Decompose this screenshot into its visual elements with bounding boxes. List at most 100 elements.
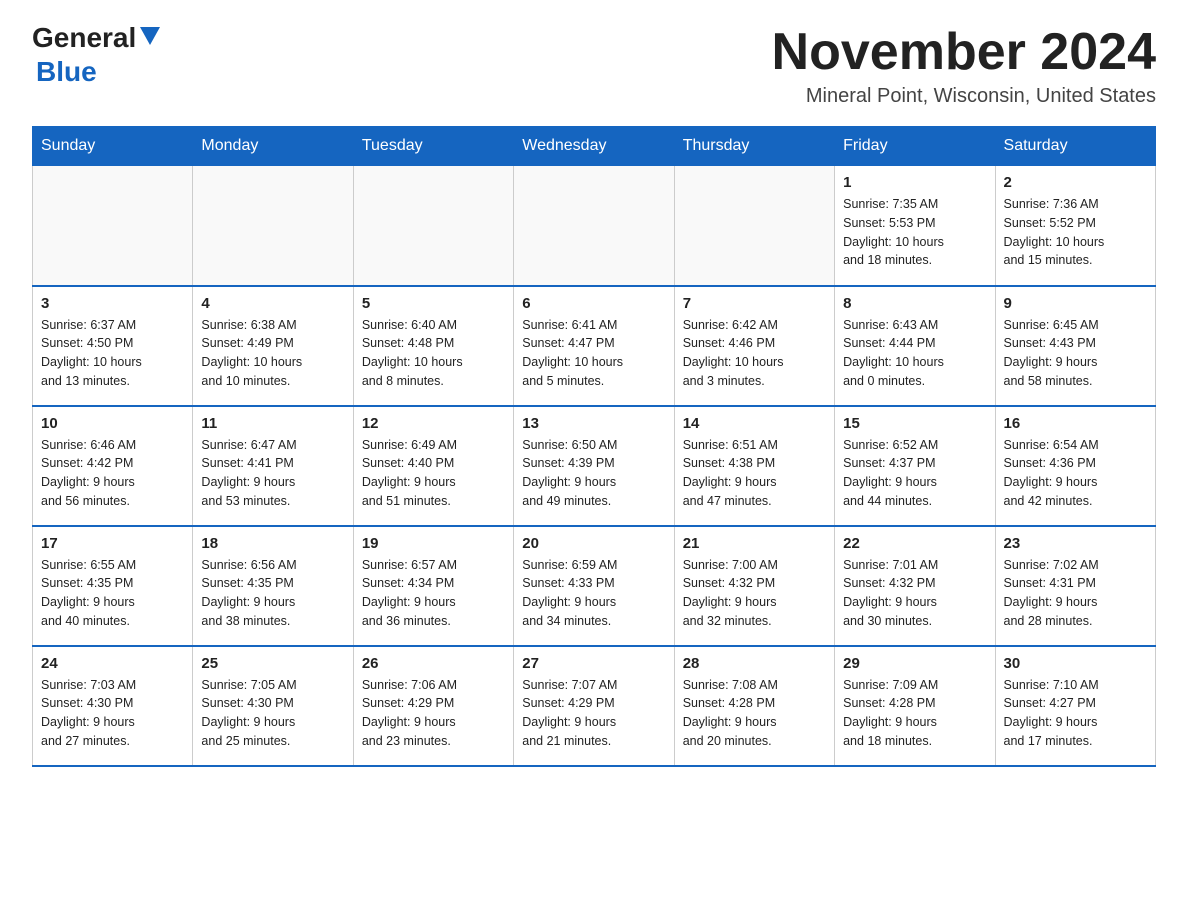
day-info: Sunrise: 6:45 AM Sunset: 4:43 PM Dayligh… bbox=[1004, 316, 1147, 391]
day-cell: 5Sunrise: 6:40 AM Sunset: 4:48 PM Daylig… bbox=[353, 286, 513, 406]
day-number: 1 bbox=[843, 174, 986, 191]
day-info: Sunrise: 6:37 AM Sunset: 4:50 PM Dayligh… bbox=[41, 316, 184, 391]
weekday-header-friday: Friday bbox=[835, 127, 995, 166]
day-info: Sunrise: 6:59 AM Sunset: 4:33 PM Dayligh… bbox=[522, 556, 665, 631]
day-cell: 22 Sunrise: 7:01 AM Sunset: 4:32 PM Dayli… bbox=[835, 526, 995, 646]
day-cell bbox=[514, 166, 674, 286]
month-title: November 2024 bbox=[772, 24, 1156, 81]
day-cell: 25 Sunrise: 7:05 AM Sunset: 4:30 PM Dayli… bbox=[193, 646, 353, 766]
day-info: Sunrise: 6:50 AM Sunset: 4:39 PM Dayligh… bbox=[522, 436, 665, 511]
weekday-row: SundayMondayTuesdayWednesdayThursdayFrid… bbox=[33, 127, 1156, 166]
weekday-header-tuesday: Tuesday bbox=[353, 127, 513, 166]
day-cell bbox=[674, 166, 834, 286]
week-row-4: 17Sunrise: 6:55 AM Sunset: 4:35 PM Dayli… bbox=[33, 526, 1156, 646]
week-row-5: 24 Sunrise: 7:03 AM Sunset: 4:30 PM Dayli… bbox=[33, 646, 1156, 766]
day-number: 2 bbox=[1004, 174, 1147, 191]
day-cell: 17Sunrise: 6:55 AM Sunset: 4:35 PM Dayli… bbox=[33, 526, 193, 646]
day-number: 22 bbox=[843, 535, 986, 552]
day-number: 25 bbox=[201, 655, 344, 672]
day-number: 21 bbox=[683, 535, 826, 552]
day-cell: 18 Sunrise: 6:56 AM Sunset: 4:35 PM Dayli… bbox=[193, 526, 353, 646]
day-info: Sunrise: 6:41 AM Sunset: 4:47 PM Dayligh… bbox=[522, 316, 665, 391]
day-info: Sunrise: 7:05 AM Sunset: 4:30 PM Dayligh… bbox=[201, 676, 344, 751]
logo-general-text: General bbox=[32, 24, 136, 52]
day-cell: 28Sunrise: 7:08 AM Sunset: 4:28 PM Dayli… bbox=[674, 646, 834, 766]
title-area: November 2024 Mineral Point, Wisconsin, … bbox=[772, 24, 1156, 108]
day-number: 14 bbox=[683, 415, 826, 432]
logo-triangle-icon bbox=[140, 27, 160, 45]
location-text: Mineral Point, Wisconsin, United States bbox=[772, 85, 1156, 108]
day-cell: 24 Sunrise: 7:03 AM Sunset: 4:30 PM Dayli… bbox=[33, 646, 193, 766]
weekday-header-saturday: Saturday bbox=[995, 127, 1155, 166]
day-cell bbox=[33, 166, 193, 286]
day-number: 30 bbox=[1004, 655, 1147, 672]
day-cell: 23 Sunrise: 7:02 AM Sunset: 4:31 PM Dayli… bbox=[995, 526, 1155, 646]
day-number: 23 bbox=[1004, 535, 1147, 552]
day-cell bbox=[193, 166, 353, 286]
weekday-header-sunday: Sunday bbox=[33, 127, 193, 166]
day-cell: 27 Sunrise: 7:07 AM Sunset: 4:29 PM Dayli… bbox=[514, 646, 674, 766]
weekday-header-monday: Monday bbox=[193, 127, 353, 166]
day-number: 6 bbox=[522, 295, 665, 312]
day-info: Sunrise: 6:52 AM Sunset: 4:37 PM Dayligh… bbox=[843, 436, 986, 511]
day-info: Sunrise: 7:02 AM Sunset: 4:31 PM Dayligh… bbox=[1004, 556, 1147, 631]
day-number: 3 bbox=[41, 295, 184, 312]
day-number: 18 bbox=[201, 535, 344, 552]
day-info: Sunrise: 6:51 AM Sunset: 4:38 PM Dayligh… bbox=[683, 436, 826, 511]
day-number: 29 bbox=[843, 655, 986, 672]
day-cell: 10Sunrise: 6:46 AM Sunset: 4:42 PM Dayli… bbox=[33, 406, 193, 526]
day-cell: 11 Sunrise: 6:47 AM Sunset: 4:41 PM Dayli… bbox=[193, 406, 353, 526]
day-cell: 8Sunrise: 6:43 AM Sunset: 4:44 PM Daylig… bbox=[835, 286, 995, 406]
day-number: 11 bbox=[201, 415, 344, 432]
calendar-table: SundayMondayTuesdayWednesdayThursdayFrid… bbox=[32, 126, 1156, 767]
day-info: Sunrise: 6:49 AM Sunset: 4:40 PM Dayligh… bbox=[362, 436, 505, 511]
logo-blue-text: Blue bbox=[36, 56, 97, 88]
day-number: 7 bbox=[683, 295, 826, 312]
day-info: Sunrise: 7:08 AM Sunset: 4:28 PM Dayligh… bbox=[683, 676, 826, 751]
day-info: Sunrise: 7:01 AM Sunset: 4:32 PM Dayligh… bbox=[843, 556, 986, 631]
day-cell: 7 Sunrise: 6:42 AM Sunset: 4:46 PM Daylig… bbox=[674, 286, 834, 406]
logo-area: General Blue bbox=[32, 24, 160, 88]
day-cell: 13 Sunrise: 6:50 AM Sunset: 4:39 PM Dayli… bbox=[514, 406, 674, 526]
day-info: Sunrise: 7:00 AM Sunset: 4:32 PM Dayligh… bbox=[683, 556, 826, 631]
day-cell: 21 Sunrise: 7:00 AM Sunset: 4:32 PM Dayli… bbox=[674, 526, 834, 646]
day-info: Sunrise: 6:56 AM Sunset: 4:35 PM Dayligh… bbox=[201, 556, 344, 631]
day-number: 10 bbox=[41, 415, 184, 432]
day-info: Sunrise: 6:55 AM Sunset: 4:35 PM Dayligh… bbox=[41, 556, 184, 631]
day-number: 16 bbox=[1004, 415, 1147, 432]
day-info: Sunrise: 7:07 AM Sunset: 4:29 PM Dayligh… bbox=[522, 676, 665, 751]
day-number: 13 bbox=[522, 415, 665, 432]
day-info: Sunrise: 6:47 AM Sunset: 4:41 PM Dayligh… bbox=[201, 436, 344, 511]
calendar-header: SundayMondayTuesdayWednesdayThursdayFrid… bbox=[33, 127, 1156, 166]
week-row-1: 1Sunrise: 7:35 AM Sunset: 5:53 PM Daylig… bbox=[33, 166, 1156, 286]
day-number: 24 bbox=[41, 655, 184, 672]
day-info: Sunrise: 6:43 AM Sunset: 4:44 PM Dayligh… bbox=[843, 316, 986, 391]
week-row-3: 10Sunrise: 6:46 AM Sunset: 4:42 PM Dayli… bbox=[33, 406, 1156, 526]
day-cell: 29 Sunrise: 7:09 AM Sunset: 4:28 PM Dayli… bbox=[835, 646, 995, 766]
day-number: 15 bbox=[843, 415, 986, 432]
week-row-2: 3 Sunrise: 6:37 AM Sunset: 4:50 PM Daylig… bbox=[33, 286, 1156, 406]
day-cell: 1Sunrise: 7:35 AM Sunset: 5:53 PM Daylig… bbox=[835, 166, 995, 286]
day-info: Sunrise: 7:03 AM Sunset: 4:30 PM Dayligh… bbox=[41, 676, 184, 751]
day-cell: 19 Sunrise: 6:57 AM Sunset: 4:34 PM Dayli… bbox=[353, 526, 513, 646]
day-info: Sunrise: 7:09 AM Sunset: 4:28 PM Dayligh… bbox=[843, 676, 986, 751]
day-cell: 30 Sunrise: 7:10 AM Sunset: 4:27 PM Dayli… bbox=[995, 646, 1155, 766]
day-cell: 16Sunrise: 6:54 AM Sunset: 4:36 PM Dayli… bbox=[995, 406, 1155, 526]
day-number: 20 bbox=[522, 535, 665, 552]
day-number: 9 bbox=[1004, 295, 1147, 312]
day-info: Sunrise: 6:42 AM Sunset: 4:46 PM Dayligh… bbox=[683, 316, 826, 391]
day-cell bbox=[353, 166, 513, 286]
calendar-body: 1Sunrise: 7:35 AM Sunset: 5:53 PM Daylig… bbox=[33, 166, 1156, 766]
day-cell: 12Sunrise: 6:49 AM Sunset: 4:40 PM Dayli… bbox=[353, 406, 513, 526]
weekday-header-thursday: Thursday bbox=[674, 127, 834, 166]
day-number: 19 bbox=[362, 535, 505, 552]
day-cell: 26Sunrise: 7:06 AM Sunset: 4:29 PM Dayli… bbox=[353, 646, 513, 766]
day-info: Sunrise: 6:57 AM Sunset: 4:34 PM Dayligh… bbox=[362, 556, 505, 631]
day-cell: 20 Sunrise: 6:59 AM Sunset: 4:33 PM Dayli… bbox=[514, 526, 674, 646]
day-cell: 9 Sunrise: 6:45 AM Sunset: 4:43 PM Daylig… bbox=[995, 286, 1155, 406]
day-info: Sunrise: 7:10 AM Sunset: 4:27 PM Dayligh… bbox=[1004, 676, 1147, 751]
weekday-header-wednesday: Wednesday bbox=[514, 127, 674, 166]
day-number: 27 bbox=[522, 655, 665, 672]
day-cell: 14 Sunrise: 6:51 AM Sunset: 4:38 PM Dayli… bbox=[674, 406, 834, 526]
header: General Blue November 2024 Mineral Point… bbox=[32, 24, 1156, 108]
